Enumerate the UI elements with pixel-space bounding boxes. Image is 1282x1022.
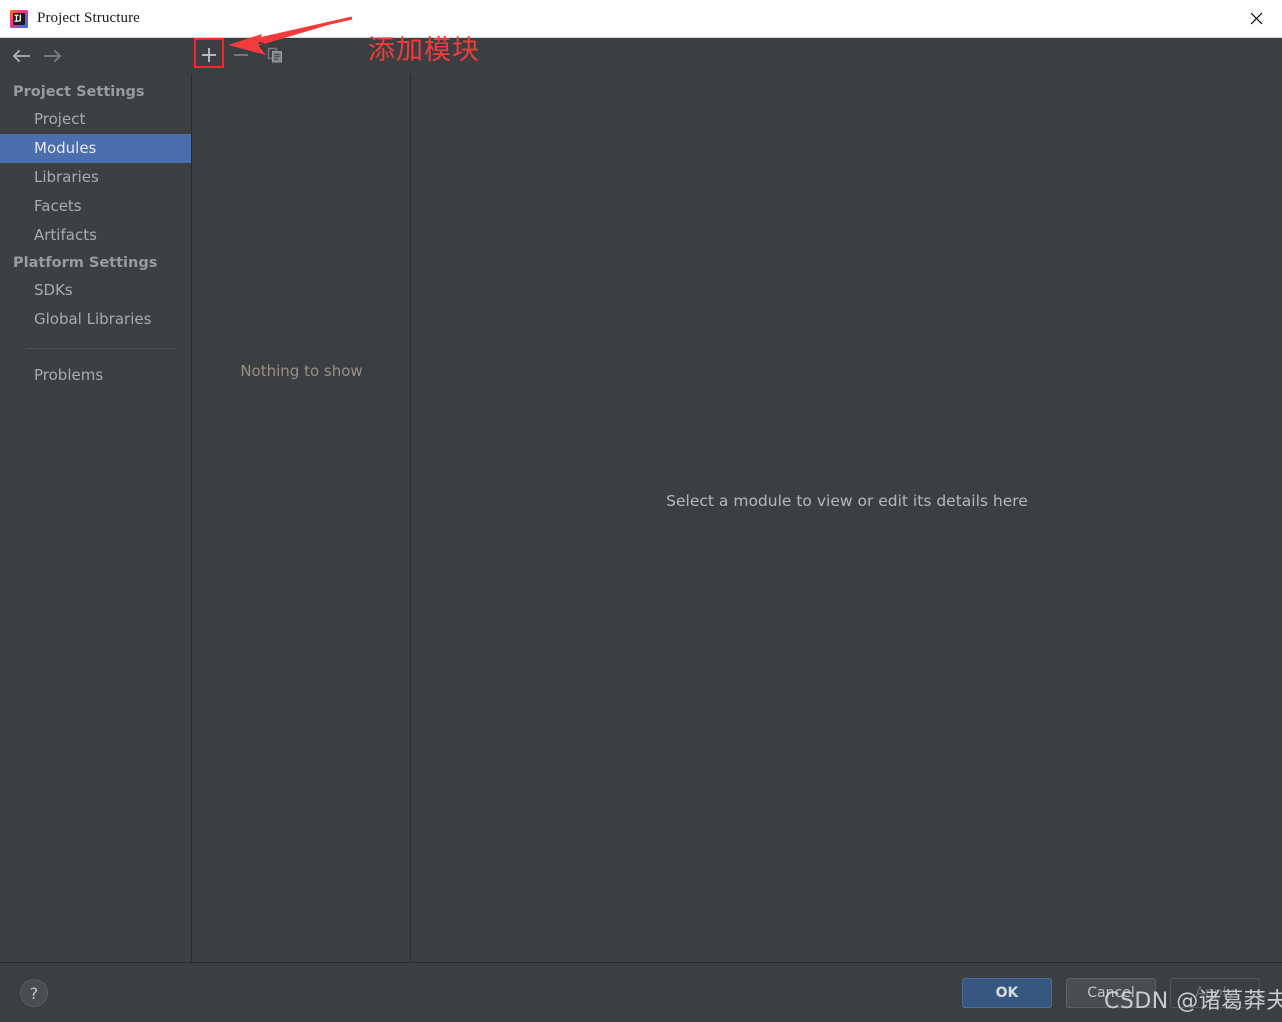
modules-list-panel[interactable]: Nothing to show: [193, 74, 411, 962]
sidebar-item-facets[interactable]: Facets: [0, 192, 191, 221]
ok-button[interactable]: OK: [962, 978, 1052, 1008]
dialog-body: Project Settings Project Modules Librari…: [0, 74, 1282, 962]
apply-button: Apply: [1170, 978, 1260, 1008]
close-window-button[interactable]: [1230, 0, 1282, 37]
sidebar-item-artifacts[interactable]: Artifacts: [0, 221, 191, 250]
intellij-idea-icon: [10, 9, 28, 28]
help-button[interactable]: ?: [20, 979, 48, 1007]
close-icon: [1250, 12, 1262, 25]
settings-sidebar: Project Settings Project Modules Librari…: [0, 74, 192, 962]
sidebar-divider: [26, 348, 175, 349]
dialog-toolbar: [0, 38, 1282, 74]
module-details-hint: Select a module to view or edit its deta…: [666, 492, 1028, 510]
arrow-left-icon: [12, 49, 30, 63]
sidebar-item-project[interactable]: Project: [0, 105, 191, 134]
remove-module-button[interactable]: [228, 42, 254, 68]
navigate-back-button[interactable]: [8, 44, 34, 68]
plus-icon: [202, 48, 216, 62]
modules-empty-message: Nothing to show: [240, 362, 363, 380]
title-bar: Project Structure: [0, 0, 1282, 38]
question-mark-icon: ?: [29, 983, 39, 1003]
annotation-label: 添加模块: [368, 35, 480, 66]
sidebar-item-sdks[interactable]: SDKs: [0, 276, 191, 305]
module-details-panel: Select a module to view or edit its deta…: [412, 74, 1282, 962]
copy-module-button[interactable]: [262, 42, 288, 68]
minus-icon: [234, 54, 248, 56]
sidebar-group-platform-settings: Platform Settings: [13, 255, 158, 271]
project-structure-dialog: Project Structure 添加模块 Project Settings …: [0, 0, 1282, 1022]
sidebar-group-project-settings: Project Settings: [13, 84, 145, 100]
arrow-right-icon: [44, 49, 62, 63]
add-module-button[interactable]: [196, 42, 222, 68]
sidebar-item-problems[interactable]: Problems: [0, 361, 191, 390]
sidebar-item-libraries[interactable]: Libraries: [0, 163, 191, 192]
window-title: Project Structure: [37, 10, 140, 26]
sidebar-item-modules[interactable]: Modules: [0, 134, 191, 163]
copy-icon: [267, 47, 282, 63]
sidebar-item-global-libraries[interactable]: Global Libraries: [0, 305, 191, 334]
navigate-forward-button[interactable]: [40, 44, 66, 68]
cancel-button[interactable]: Cancel: [1066, 978, 1156, 1008]
